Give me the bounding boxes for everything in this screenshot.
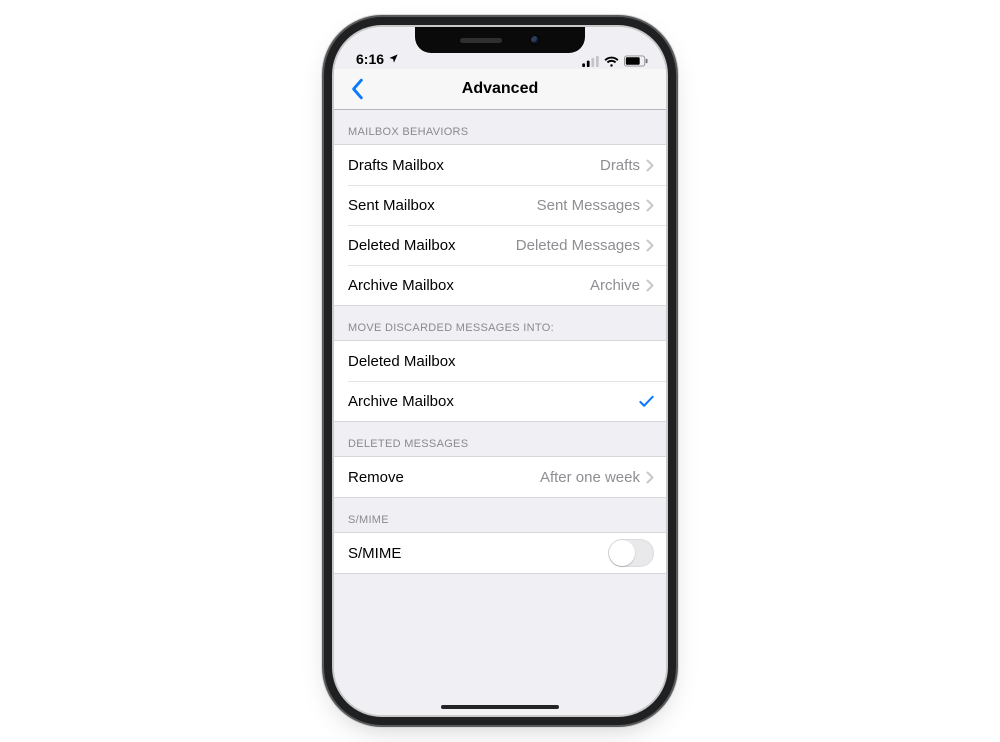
row-value: Deleted Messages xyxy=(516,237,640,254)
chevron-right-icon xyxy=(646,199,654,212)
stage: 6:16 xyxy=(0,0,1000,742)
wifi-icon xyxy=(604,56,619,67)
row-sent-mailbox[interactable]: Sent Mailbox Sent Messages xyxy=(334,185,666,225)
group-deleted-messages: Remove After one week xyxy=(334,456,666,498)
section-header-move-discarded: MOVE DISCARDED MESSAGES INTO: xyxy=(334,306,666,340)
row-value: Archive xyxy=(590,277,640,294)
earpiece-speaker xyxy=(460,38,502,43)
row-move-archive[interactable]: Archive Mailbox xyxy=(334,381,666,421)
row-value: After one week xyxy=(540,469,640,486)
location-services-icon xyxy=(388,51,399,67)
chevron-right-icon xyxy=(646,471,654,484)
row-label: S/MIME xyxy=(348,545,401,562)
group-mailbox-behaviors: Drafts Mailbox Drafts Sent Mailbox Sent … xyxy=(334,144,666,306)
phone-frame: 6:16 xyxy=(334,27,666,715)
group-smime: S/MIME xyxy=(334,532,666,574)
group-move-discarded: Deleted Mailbox Archive Mailbox xyxy=(334,340,666,422)
row-label: Deleted Mailbox xyxy=(348,237,456,254)
nav-title: Advanced xyxy=(334,80,666,98)
row-move-deleted[interactable]: Deleted Mailbox xyxy=(334,341,666,381)
row-label: Sent Mailbox xyxy=(348,197,435,214)
chevron-right-icon xyxy=(646,159,654,172)
checkmark-icon xyxy=(639,395,654,408)
smime-toggle[interactable] xyxy=(608,539,654,567)
row-label: Archive Mailbox xyxy=(348,393,454,410)
section-header-deleted-messages: DELETED MESSAGES xyxy=(334,422,666,456)
row-value: Drafts xyxy=(600,157,640,174)
chevron-right-icon xyxy=(646,239,654,252)
back-button[interactable] xyxy=(342,73,374,105)
toggle-knob xyxy=(609,540,635,566)
front-camera xyxy=(530,35,540,45)
row-archive-mailbox[interactable]: Archive Mailbox Archive xyxy=(334,265,666,305)
battery-icon xyxy=(624,55,648,67)
cellular-signal-icon xyxy=(582,56,599,67)
screen: 6:16 xyxy=(334,27,666,715)
settings-list[interactable]: MAILBOX BEHAVIORS Drafts Mailbox Drafts … xyxy=(334,110,666,715)
row-deleted-mailbox[interactable]: Deleted Mailbox Deleted Messages xyxy=(334,225,666,265)
row-remove[interactable]: Remove After one week xyxy=(334,457,666,497)
nav-bar: Advanced xyxy=(334,69,666,110)
row-label: Deleted Mailbox xyxy=(348,353,456,370)
row-smime[interactable]: S/MIME xyxy=(334,533,666,573)
status-time: 6:16 xyxy=(356,51,384,67)
row-label: Drafts Mailbox xyxy=(348,157,444,174)
section-header-mailbox-behaviors: MAILBOX BEHAVIORS xyxy=(334,110,666,144)
row-label: Archive Mailbox xyxy=(348,277,454,294)
row-label: Remove xyxy=(348,469,404,486)
row-drafts-mailbox[interactable]: Drafts Mailbox Drafts xyxy=(334,145,666,185)
chevron-right-icon xyxy=(646,279,654,292)
section-header-smime: S/MIME xyxy=(334,498,666,532)
row-value: Sent Messages xyxy=(537,197,640,214)
notch xyxy=(415,27,585,53)
